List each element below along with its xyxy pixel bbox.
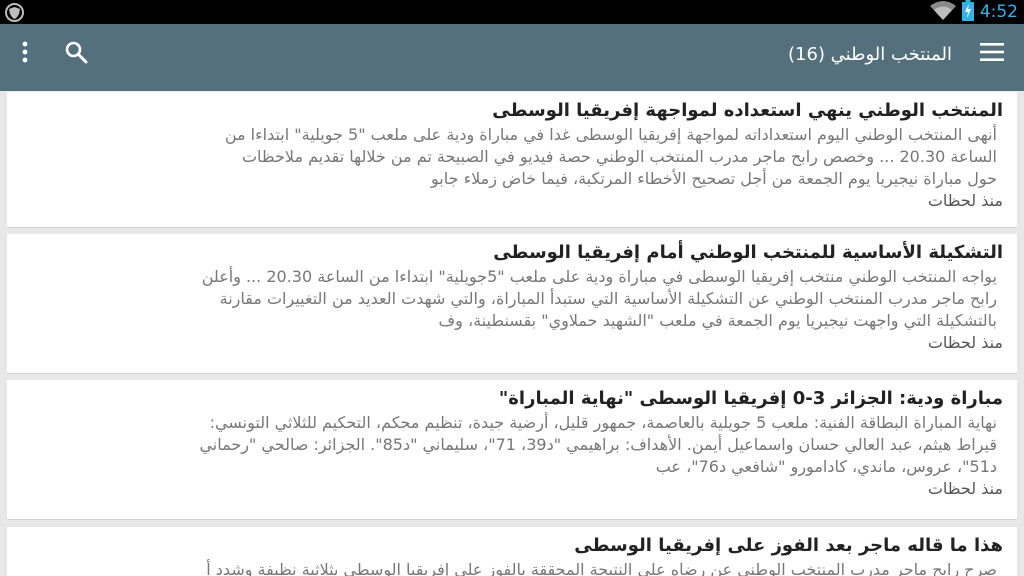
- shield-icon: [5, 3, 24, 22]
- article-excerpt: نهاية المباراة البطاقة الفنية: ملعب 5 جو…: [21, 412, 997, 478]
- search-icon[interactable]: [64, 40, 88, 64]
- excerpt-line: نهاية المباراة البطاقة الفنية: ملعب 5 جو…: [209, 413, 997, 432]
- excerpt-line: د51"، عروس، ماندي، كادامورو "شافعي د76"،…: [655, 457, 997, 476]
- excerpt-line: صرح رابح ماجر مدرب المنتخب الوطني عن رضا…: [206, 560, 997, 576]
- excerpt-line: رابح ماجر مدرب المنتخب الوطني عن التشكيل…: [219, 289, 997, 308]
- article-card[interactable]: المنتخب الوطني ينهي استعداده لمواجهة إفر…: [7, 92, 1017, 228]
- article-timestamp: منذ لحظات: [927, 333, 1003, 352]
- article-excerpt: أنهى المنتخب الوطني اليوم استعداداته لمو…: [21, 124, 997, 190]
- wifi-icon: [929, 0, 956, 24]
- article-timestamp: منذ لحظات: [927, 479, 1003, 498]
- article-excerpt: صرح رابح ماجر مدرب المنتخب الوطني عن رضا…: [21, 559, 997, 576]
- article-card[interactable]: التشكيلة الأساسية للمنتخب الوطني أمام إف…: [7, 234, 1017, 374]
- article-title: هذا ما قاله ماجر بعد الفوز على إفريقيا ا…: [574, 535, 1003, 556]
- app-toolbar: المنتخب الوطني (16): [0, 24, 1024, 91]
- clock: 4:52: [979, 2, 1018, 22]
- excerpt-line: بالتشكيلة التي واجهت نيجيريا يوم الجمعة …: [438, 311, 997, 330]
- overflow-menu-icon[interactable]: [19, 40, 31, 64]
- menu-icon[interactable]: [980, 42, 1004, 62]
- status-icons: 4:52: [929, 0, 1018, 25]
- excerpt-line: يواجه المنتخب الوطني منتخب إفريقيا الوسط…: [201, 267, 997, 286]
- article-timestamp: منذ لحظات: [927, 191, 1003, 210]
- status-bar: 4:52: [0, 0, 1024, 24]
- page-title: المنتخب الوطني (16): [788, 44, 952, 65]
- excerpt-line: قيراط هيثم، عبد العالي حسان واسماعيل أيم…: [199, 435, 997, 454]
- battery-charging-icon: [961, 0, 974, 25]
- excerpt-line: حول مباراة نيجيريا يوم الجمعة من أجل تصح…: [431, 169, 997, 188]
- article-title: التشكيلة الأساسية للمنتخب الوطني أمام إف…: [493, 242, 1003, 263]
- article-card[interactable]: مباراة ودية: الجزائر 3-0 إفريقيا الوسطى …: [7, 380, 1017, 520]
- news-feed[interactable]: المنتخب الوطني ينهي استعداده لمواجهة إفر…: [0, 91, 1024, 576]
- article-card[interactable]: هذا ما قاله ماجر بعد الفوز على إفريقيا ا…: [7, 527, 1017, 576]
- excerpt-line: الساعة 20.30 ... وخصص رابح ماجر مدرب الم…: [241, 147, 997, 166]
- article-title: المنتخب الوطني ينهي استعداده لمواجهة إفر…: [492, 100, 1003, 121]
- article-title: مباراة ودية: الجزائر 3-0 إفريقيا الوسطى …: [498, 388, 1003, 409]
- excerpt-line: أنهى المنتخب الوطني اليوم استعداداته لمو…: [224, 125, 997, 144]
- article-excerpt: يواجه المنتخب الوطني منتخب إفريقيا الوسط…: [21, 266, 997, 332]
